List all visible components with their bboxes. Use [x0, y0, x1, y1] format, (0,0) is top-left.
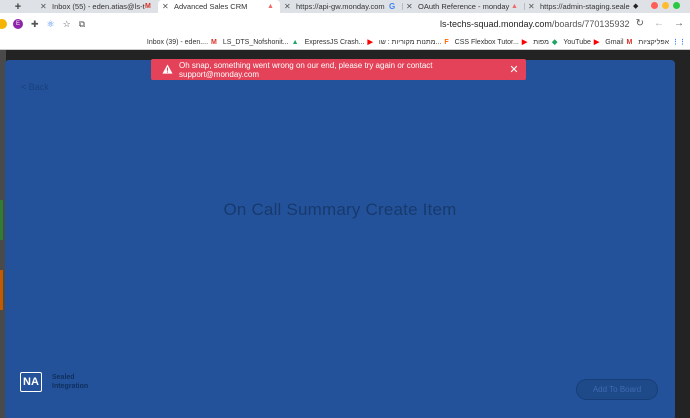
- add-to-board-button[interactable]: Add To Board: [576, 379, 658, 400]
- minimize-window-button[interactable]: [662, 2, 669, 9]
- address-bar[interactable]: ls-techs-squad.monday.com/boards/7701359…: [440, 19, 629, 29]
- tab-title: Inbox (55) - eden.atias@ls-t: [52, 2, 145, 11]
- brand-block: NA Sealed Integration: [20, 372, 88, 392]
- url-host: ls-techs-squad.monday.com: [440, 19, 552, 29]
- bookmark-label: מתנות מקוריות : שו...: [378, 38, 442, 46]
- toast-message: Oh snap, something went wrong on our end…: [179, 60, 433, 79]
- close-tab-icon[interactable]: ✕: [406, 2, 415, 11]
- gmail-icon: M: [211, 38, 217, 46]
- close-tab-icon[interactable]: ✕: [284, 2, 293, 11]
- close-tab-icon[interactable]: ✕: [40, 2, 49, 11]
- youtube-icon: ▶: [521, 39, 528, 46]
- tab-title: Advanced Sales CRM: [174, 2, 248, 11]
- browser-tab-strip: + ✕ Inbox (55) - eden.atias@ls-t M ✕ Advance…: [0, 0, 690, 13]
- bookmark-item[interactable]: ExpressJS Crash... ▶: [304, 38, 373, 47]
- youtube-icon: ▶: [593, 39, 600, 46]
- gmail-icon: M: [626, 38, 633, 46]
- bookmark-item[interactable]: Gmail M: [605, 39, 632, 46]
- bookmark-item[interactable]: מפות ◆: [533, 38, 558, 47]
- forward-arrow-icon[interactable]: →: [674, 18, 684, 29]
- brand-name: Sealed Integration: [52, 373, 88, 391]
- new-tab-button[interactable]: +: [0, 0, 36, 13]
- monday-icon: ▲: [267, 2, 274, 10]
- bookmark-item[interactable]: YouTube ▶: [563, 38, 600, 47]
- gmail-icon: M: [145, 2, 151, 10]
- browser-tab[interactable]: ✕ Advanced Sales CRM ▲: [158, 0, 280, 13]
- extension-icon[interactable]: [0, 19, 7, 29]
- bookmark-label: CSS Flexbox Tutor...: [454, 38, 519, 46]
- drive-icon: ▲: [291, 38, 299, 46]
- tab-title: https://admin-staging.seale: [540, 2, 630, 11]
- react-devtools-icon[interactable]: ⚛: [47, 19, 55, 30]
- navigation-controls: ↻ ← →: [636, 18, 684, 29]
- flag-icon: F: [444, 38, 449, 46]
- bookmark-item[interactable]: מתנות מקוריות : שו... F: [379, 39, 449, 46]
- browser-toolbar: E ✚ ⚛ ☆ ⧉ ls-techs-squad.monday.com/boar…: [0, 13, 690, 35]
- close-window-button[interactable]: [651, 2, 658, 9]
- bookmark-label: YouTube: [563, 38, 591, 46]
- bookmark-star-icon[interactable]: ☆: [63, 19, 71, 30]
- bookmark-item[interactable]: Inbox (39) - eden.... M: [147, 39, 217, 46]
- modal-title: On Call Summary Create Item: [223, 200, 457, 219]
- brand-name-line1: Sealed: [52, 374, 75, 381]
- tab-title: https://api-gw.monday.com: [296, 2, 385, 11]
- bookmark-item[interactable]: LS_DTS_Nofshonit... ▲: [223, 39, 299, 46]
- group-color-bar: [0, 270, 3, 310]
- close-tab-icon[interactable]: ✕: [162, 2, 171, 11]
- bookmark-label: LS_DTS_Nofshonit...: [222, 38, 289, 46]
- error-toast: Oh snap, something went wrong on our end…: [151, 59, 526, 80]
- back-link[interactable]: < Back: [21, 82, 49, 92]
- page-viewport: < Back On Call Summary Create Item NA Se…: [0, 50, 690, 418]
- integration-modal: < Back On Call Summary Create Item NA Se…: [5, 60, 675, 418]
- browser-tab[interactable]: ✕ Inbox (55) - eden.atias@ls-t M: [36, 0, 158, 13]
- puzzle-icon[interactable]: ✚: [31, 19, 39, 30]
- close-icon[interactable]: ✕: [508, 63, 520, 76]
- youtube-icon: ▶: [367, 39, 373, 46]
- window-controls: [651, 2, 680, 9]
- url-path: /boards/770135932: [551, 19, 630, 29]
- brand-name-line2: Integration: [52, 383, 89, 390]
- reload-icon[interactable]: ↻: [636, 18, 644, 29]
- bookmark-label: אפליקציות: [638, 38, 669, 46]
- tab-title: OAuth Reference - monday: [418, 2, 510, 11]
- screen-cast-icon[interactable]: ⧉: [79, 19, 85, 30]
- bookmark-label: מפות: [533, 38, 549, 46]
- google-icon: G: [389, 1, 396, 11]
- brand-logo: NA: [20, 372, 42, 392]
- bookmarks-bar: Inbox (39) - eden.... M LS_DTS_Nofshonit..…: [0, 35, 690, 50]
- warning-icon: [162, 64, 173, 75]
- mask-icon: ◆: [633, 2, 639, 10]
- bookmark-item[interactable]: CSS Flexbox Tutor... ▶: [454, 38, 528, 47]
- apps-grid-icon: ⋮⋮: [672, 39, 686, 46]
- back-arrow-icon[interactable]: ←: [654, 18, 664, 29]
- group-color-bar: [0, 200, 3, 240]
- profile-avatar[interactable]: E: [13, 19, 23, 29]
- bookmark-label: Gmail: [605, 38, 624, 46]
- monday-icon: ▲: [511, 2, 518, 10]
- browser-tab[interactable]: ✕ OAuth Reference - monday ▲: [402, 0, 524, 13]
- browser-tab[interactable]: ✕ https://api-gw.monday.com G: [280, 0, 402, 13]
- bookmark-label: ExpressJS Crash...: [304, 38, 365, 46]
- bookmark-item[interactable]: אפליקציות ⋮⋮: [638, 38, 686, 47]
- close-tab-icon[interactable]: ✕: [528, 2, 537, 11]
- browser-tab[interactable]: ✕ https://admin-staging.seale ◆: [524, 0, 646, 13]
- maps-icon: ◆: [551, 39, 558, 46]
- maximize-window-button[interactable]: [673, 2, 680, 9]
- bookmark-label: Inbox (39) - eden....: [146, 38, 209, 46]
